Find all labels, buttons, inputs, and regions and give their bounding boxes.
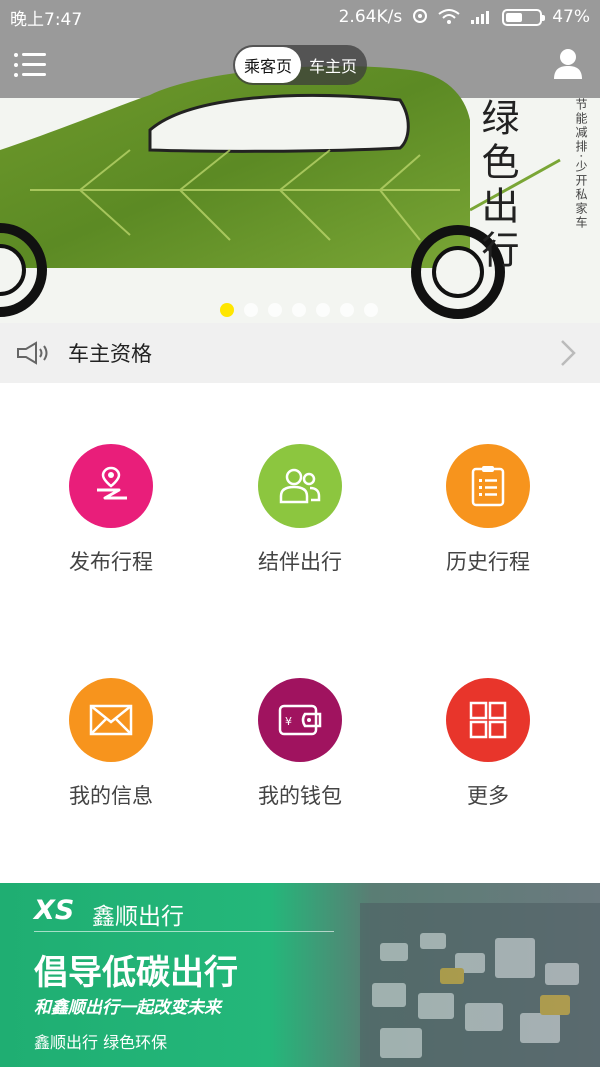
companion-travel-item[interactable]: 结伴出行 (200, 444, 400, 624)
my-wallet-circle: ¥ (258, 678, 342, 762)
more-label: 更多 (467, 784, 509, 808)
carousel-dot[interactable] (292, 303, 306, 317)
publish-trip-circle (69, 444, 153, 528)
location-icon (413, 9, 428, 23)
driver-qualification-bar[interactable]: 车主资格 (0, 323, 600, 383)
feature-grid: 发布行程 结伴出行 历史行程 我的信息 ¥ 我的钱包 更多 (0, 383, 600, 883)
carousel-dot[interactable] (316, 303, 330, 317)
status-time: 晚上7:47 (10, 9, 83, 30)
battery-icon (502, 8, 546, 26)
carousel-dot[interactable] (220, 303, 234, 317)
grid-icon (469, 701, 507, 739)
network-speed: 2.64K/s (338, 7, 403, 27)
my-wallet-label: 我的钱包 (258, 784, 342, 808)
banner-tagline: 鑫顺出行 绿色环保 (34, 1033, 168, 1052)
wallet-icon: ¥ (278, 704, 322, 736)
trip-history-item[interactable]: 历史行程 (388, 444, 588, 624)
status-bar: 晚上7:47 2.64K/s 47% (0, 0, 600, 34)
svg-text:¥: ¥ (285, 715, 292, 728)
clipboard-icon (471, 466, 505, 507)
banner-subline: 和鑫顺出行一起改变未来 (34, 998, 221, 1018)
signal-icon (471, 11, 490, 24)
tab-driver[interactable]: 车主页 (303, 45, 363, 85)
megaphone-icon (17, 341, 48, 365)
brand-logo: XS (34, 895, 75, 926)
trip-history-circle (446, 444, 530, 528)
carousel-dot[interactable] (340, 303, 354, 317)
trip-history-label: 历史行程 (446, 550, 530, 574)
wifi-icon (438, 9, 460, 24)
carousel-dot[interactable] (364, 303, 378, 317)
banner-headline: 倡导低碳出行 (34, 953, 238, 993)
user-icon[interactable] (552, 46, 584, 80)
hero-slogan: 绿色出行 节能减排·少开私家车 (470, 98, 590, 318)
slogan-title: 绿色出行 (475, 98, 519, 274)
battery-percent: 47% (552, 7, 590, 27)
brand-name: 鑫顺出行 (92, 904, 184, 930)
menu-button[interactable] (14, 50, 48, 80)
my-messages-item[interactable]: 我的信息 (11, 678, 211, 858)
role-switch[interactable]: 乘客页 车主页 (233, 45, 367, 85)
people-icon (279, 468, 321, 504)
carousel-dot[interactable] (268, 303, 282, 317)
slogan-subtitle: 节能减排·少开私家车 (574, 98, 588, 230)
more-circle (446, 678, 530, 762)
my-messages-label: 我的信息 (69, 784, 153, 808)
publish-trip-item[interactable]: 发布行程 (11, 444, 211, 624)
my-wallet-item[interactable]: ¥ 我的钱包 (200, 678, 400, 858)
envelope-icon (89, 704, 133, 736)
promo-banner[interactable]: XS 鑫顺出行 倡导低碳出行 和鑫顺出行一起改变未来 鑫顺出行 绿色环保 (0, 883, 600, 1067)
publish-trip-label: 发布行程 (69, 550, 153, 574)
companion-travel-circle (258, 444, 342, 528)
route-pin-icon (97, 466, 127, 500)
companion-travel-label: 结伴出行 (258, 550, 342, 574)
banner-divider (34, 931, 334, 932)
top-header: 乘客页 车主页 (0, 36, 600, 96)
carousel-indicator[interactable] (220, 303, 378, 317)
chevron-right-icon (561, 340, 576, 366)
carousel-dot[interactable] (244, 303, 258, 317)
notice-label: 车主资格 (68, 342, 152, 366)
more-item[interactable]: 更多 (388, 678, 588, 858)
my-messages-circle (69, 678, 153, 762)
tab-passenger[interactable]: 乘客页 (235, 47, 301, 83)
